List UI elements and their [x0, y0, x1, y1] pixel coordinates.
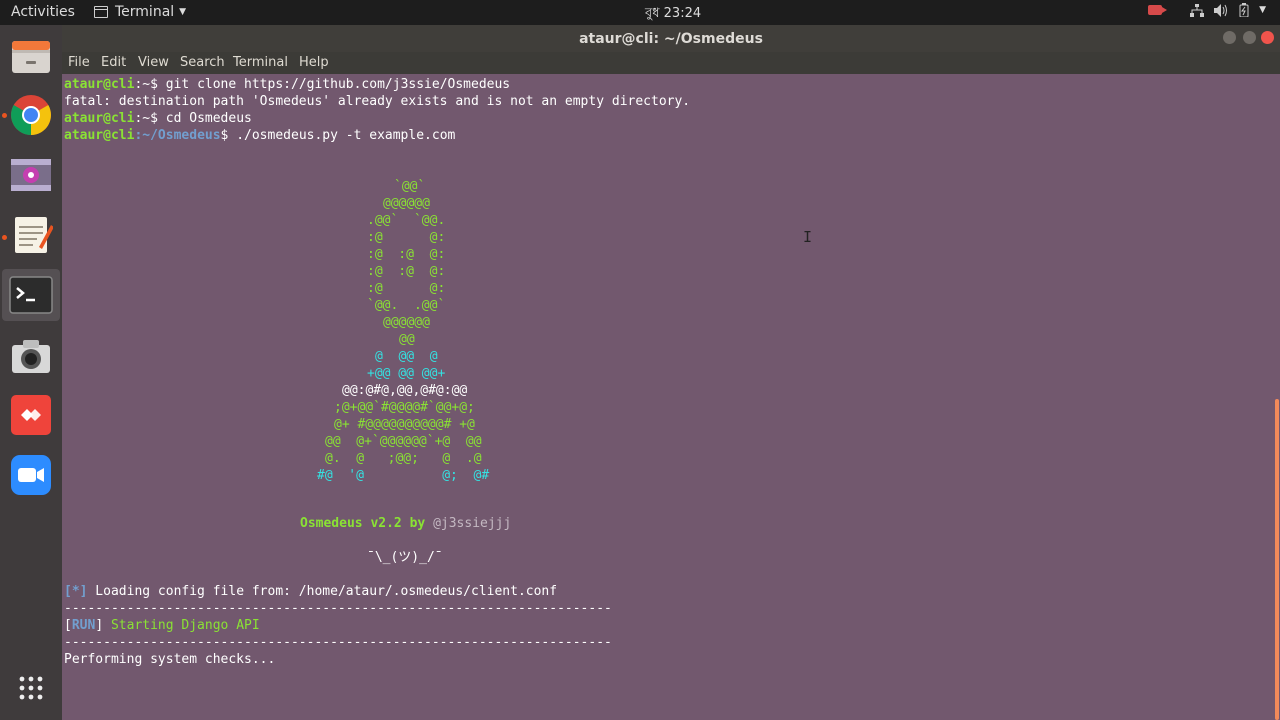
ascii-art-line: ;@+@@`#@@@@#`@@+@;	[334, 400, 475, 415]
zoom-icon[interactable]	[9, 453, 53, 497]
menu-bar: File Edit View Search Terminal Help	[62, 52, 1280, 74]
terminal-output[interactable]: ataur@cli:~$ git clone https://github.co…	[62, 74, 1280, 720]
ascii-art-line: @@	[399, 332, 415, 347]
chevron-down-icon: ▼	[179, 7, 187, 17]
minimize-button[interactable]	[1223, 31, 1236, 44]
ascii-art-line: `@@`	[394, 179, 426, 194]
ascii-art-line: @ @@ @	[375, 349, 438, 364]
ascii-art-line: .@@` `@@.	[367, 213, 446, 228]
menu-search[interactable]: Search	[180, 55, 225, 70]
terminal-line: ataur@cli:~$ cd Osmedeus	[64, 111, 252, 126]
chrome-icon[interactable]	[9, 93, 53, 137]
ascii-art-line: @+ #@@@@@@@@@@# +@	[334, 417, 475, 432]
ascii-art-line: :@ :@ @:	[367, 264, 446, 279]
volume-icon[interactable]	[1214, 3, 1229, 17]
ascii-art-line: @@@@@@	[383, 196, 430, 211]
files-icon[interactable]	[9, 35, 53, 79]
menu-file[interactable]: File	[68, 55, 90, 70]
system-tray[interactable]: ▼	[1148, 3, 1266, 17]
ascii-art-line: @. @ ;@@; @ .@	[325, 451, 482, 466]
window-title: ataur@cli: ~/Osmedeus	[579, 31, 763, 47]
video-icon[interactable]	[9, 153, 53, 197]
terminal-line: fatal: destination path 'Osmedeus' alrea…	[64, 94, 691, 109]
running-indicator	[2, 113, 7, 118]
ascii-art-line: `@@. .@@`	[367, 298, 446, 313]
terminal-line: Performing system checks...	[64, 652, 276, 667]
ascii-art-line: #@ '@ @; @#	[317, 468, 490, 483]
camera-icon[interactable]	[9, 335, 53, 379]
window-titlebar[interactable]: ataur@cli: ~/Osmedeus	[62, 25, 1280, 52]
ascii-art-line: @@:@#@,@@,@#@:@@	[342, 383, 468, 398]
maximize-button[interactable]	[1243, 31, 1256, 44]
app-menu-label: Terminal	[115, 4, 175, 20]
network-icon[interactable]	[1190, 3, 1205, 17]
ascii-art-line: :@ :@ @:	[367, 247, 446, 262]
menu-view[interactable]: View	[138, 55, 169, 70]
loading-line: [*] Loading config file from: /home/atau…	[64, 584, 558, 599]
terminal-mini-icon	[94, 6, 108, 18]
banner-line: Osmedeus v2.2 by @j3ssiejjj	[300, 516, 512, 531]
text-editor-icon[interactable]	[9, 213, 54, 257]
terminal-line: ataur@cli:~/Osmedeus$ ./osmedeus.py -t e…	[64, 128, 456, 143]
dock	[0, 25, 62, 720]
running-indicator	[2, 235, 7, 240]
menu-help[interactable]: Help	[299, 55, 329, 70]
clock[interactable]: বুধ 23:24	[645, 4, 701, 25]
close-button[interactable]	[1261, 31, 1274, 44]
ascii-art-line: +@@ @@ @@+	[367, 366, 446, 381]
separator-line: ----------------------------------------…	[64, 601, 612, 616]
app-menu[interactable]: Terminal ▼	[94, 4, 186, 20]
ascii-art-line: @@@@@@	[383, 315, 430, 330]
screen-record-icon[interactable]	[1148, 5, 1168, 15]
text-cursor-icon: I	[803, 228, 813, 246]
terminal-icon[interactable]	[2, 269, 60, 321]
menu-terminal[interactable]: Terminal	[233, 55, 288, 70]
show-apps-icon[interactable]	[9, 670, 53, 714]
shrug-line: ¯\_(ツ)_/¯	[367, 550, 443, 565]
menu-edit[interactable]: Edit	[101, 55, 126, 70]
scrollbar[interactable]	[1275, 399, 1279, 720]
top-bar: Activities Terminal ▼ বুধ 23:24 ▼	[0, 0, 1280, 25]
anydesk-icon[interactable]	[9, 393, 53, 437]
separator-line: ----------------------------------------…	[64, 635, 612, 650]
ascii-art-line: @@ @+`@@@@@@`+@ @@	[325, 434, 482, 449]
system-menu-chevron-icon[interactable]: ▼	[1259, 5, 1266, 15]
terminal-line: ataur@cli:~$ git clone https://github.co…	[64, 77, 511, 92]
ascii-art-line: :@ @:	[367, 281, 446, 296]
activities-button[interactable]: Activities	[11, 4, 75, 20]
battery-icon[interactable]	[1239, 3, 1249, 17]
run-line: [RUN] Starting Django API	[64, 618, 260, 633]
ascii-art-line: :@ @:	[367, 230, 446, 245]
